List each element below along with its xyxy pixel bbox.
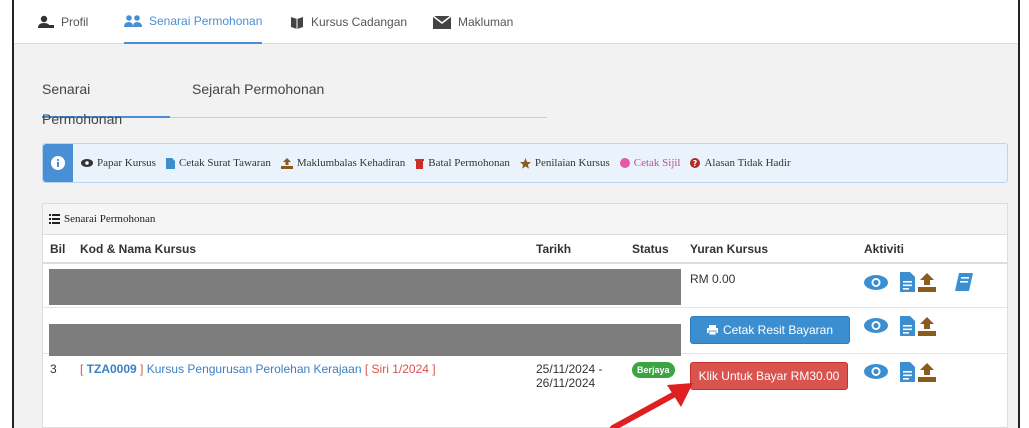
legend-infobar: Papar Kursus Cetak Surat Tawaran Maklumb… <box>42 143 1008 183</box>
info-icon-box <box>43 144 73 182</box>
row-actions <box>864 315 1000 336</box>
file-icon[interactable] <box>900 361 915 382</box>
star-icon <box>519 157 531 169</box>
redacted-block <box>49 269 681 305</box>
col-tarikh: Tarikh <box>529 235 625 264</box>
legend-label: Penilaian Kursus <box>534 157 610 169</box>
course-series: Siri 1/2024 <box>371 361 429 376</box>
legend-maklumbalas-kehadiran: Maklumbalas Kehadiran <box>280 157 406 169</box>
legend-label: Cetak Surat Tawaran <box>178 157 271 169</box>
bracket: ] <box>136 361 144 376</box>
redacted-block <box>49 324 681 356</box>
legend-batal-permohonan: Batal Permohonan <box>415 157 510 169</box>
legend-label: Maklumbalas Kehadiran <box>296 157 406 169</box>
envelope-icon <box>433 15 451 29</box>
legend-cetak-sijil: Cetak Sijil <box>619 157 681 169</box>
date-start: 25/11/2024 - <box>536 361 603 376</box>
cell-aktiviti <box>857 262 1007 307</box>
book-icon <box>291 17 303 29</box>
eye-icon[interactable] <box>864 364 888 379</box>
question-icon: ? <box>690 158 701 168</box>
col-kod-nama: Kod & Nama Kursus <box>73 235 529 264</box>
upload-icon <box>280 157 293 169</box>
list-icon <box>49 214 60 224</box>
status-badge: Berjaya <box>632 361 675 378</box>
legend-alasan-tidak-hadir: ? Alasan Tidak Hadir <box>690 157 791 169</box>
tab-label: Kursus Cadangan <box>311 15 408 29</box>
application-list-panel: Senarai Permohonan Bil Kod & Nama Kursus… <box>42 203 1008 428</box>
application-table: Bil Kod & Nama Kursus Tarikh Status Yura… <box>43 235 1007 405</box>
subtab-senarai-permohonan[interactable]: Senarai Permohonan <box>42 74 170 127</box>
file-icon[interactable] <box>900 315 915 336</box>
upload-icon[interactable] <box>917 316 937 336</box>
cell-aktiviti <box>857 352 1007 405</box>
legend-cetak-surat-tawaran: Cetak Surat Tawaran <box>165 157 271 169</box>
tab-makluman[interactable]: Makluman <box>433 0 513 44</box>
panel-heading: Senarai Permohonan <box>43 204 1007 235</box>
cell-aktiviti <box>857 306 1007 353</box>
button-label: Cetak Resit Bayaran <box>722 322 834 337</box>
table-row: 3 [ TZA0009 ] Kursus Pengurusan Peroleha… <box>43 352 1007 405</box>
subtab-sejarah-permohonan[interactable]: Sejarah Permohonan <box>192 74 324 118</box>
legend-label: Cetak Sijil <box>633 157 681 169</box>
fee-value: RM 0.00 <box>690 272 736 286</box>
legend-papar-kursus: Papar Kursus <box>81 157 156 169</box>
users-icon <box>124 15 142 27</box>
panel-title: Senarai Permohonan <box>64 213 156 225</box>
file-icon[interactable] <box>900 272 915 292</box>
file-icon <box>165 157 175 169</box>
legend-label: Batal Permohonan <box>428 157 510 169</box>
subtab-label: Sejarah Permohonan <box>192 81 325 97</box>
cell-bil: 3 <box>43 352 73 405</box>
eye-icon <box>81 159 93 167</box>
table-header-row: Bil Kod & Nama Kursus Tarikh Status Yura… <box>43 235 1007 264</box>
tab-label: Senarai Permohonan <box>149 14 263 28</box>
tab-profil[interactable]: Profil <box>38 0 88 44</box>
circle-icon <box>619 158 630 168</box>
print-icon <box>706 324 718 335</box>
tab-senarai-permohonan[interactable]: Senarai Permohonan <box>124 0 263 44</box>
top-navigation: Profil Senarai Permohonan Kursus Cadanga… <box>14 0 1018 44</box>
col-aktiviti: Aktiviti <box>857 235 1007 264</box>
cell-yuran: RM 0.00 <box>683 262 857 307</box>
pay-button[interactable]: Klik Untuk Bayar RM30.00 <box>690 361 848 390</box>
col-bil: Bil <box>43 235 73 264</box>
legend-penilaian-kursus: Penilaian Kursus <box>519 157 610 169</box>
app-frame: Profil Senarai Permohonan Kursus Cadanga… <box>12 0 1020 428</box>
legend-label: Papar Kursus <box>97 157 156 169</box>
course-name-link[interactable]: Kursus Pengurusan Perolehan Kerajaan <box>147 362 362 376</box>
eye-icon[interactable] <box>864 318 888 333</box>
cell-yuran: Klik Untuk Bayar RM30.00 <box>683 352 857 405</box>
annotation-arrow <box>610 383 693 428</box>
info-icon <box>51 156 65 170</box>
trash-icon <box>415 158 425 169</box>
row-actions <box>864 272 1000 292</box>
bracket: [ <box>364 361 372 376</box>
cell-yuran: Cetak Resit Bayaran <box>683 306 857 353</box>
col-yuran: Yuran Kursus <box>683 235 857 264</box>
cell-kursus: [ TZA0009 ] Kursus Pengurusan Perolehan … <box>73 352 529 405</box>
print-receipt-button[interactable]: Cetak Resit Bayaran <box>690 315 850 344</box>
bracket: ] <box>428 361 436 376</box>
tab-label: Profil <box>61 15 89 29</box>
col-status: Status <box>625 235 683 264</box>
user-icon <box>38 15 54 28</box>
row-actions <box>864 361 1000 382</box>
svg-text:?: ? <box>693 159 698 168</box>
bracket: [ <box>80 361 87 376</box>
course-code-link[interactable]: TZA0009 <box>87 362 137 376</box>
upload-icon[interactable] <box>917 272 937 292</box>
legend-items: Papar Kursus Cetak Surat Tawaran Maklumb… <box>81 144 791 182</box>
sub-tabs: Senarai Permohonan Sejarah Permohonan <box>42 74 547 127</box>
main-content: Senarai Permohonan Sejarah Permohonan Pa… <box>14 44 1018 428</box>
eye-icon[interactable] <box>864 274 888 290</box>
legend-label: Alasan Tidak Hadir <box>704 157 791 169</box>
date-end: 26/11/2024 <box>536 375 596 390</box>
tab-kursus-cadangan[interactable]: Kursus Cadangan <box>290 0 407 44</box>
subtab-label: Senarai Permohonan <box>42 81 123 127</box>
upload-icon[interactable] <box>917 362 937 382</box>
tab-label: Makluman <box>458 15 514 29</box>
book-icon[interactable] <box>955 273 973 291</box>
